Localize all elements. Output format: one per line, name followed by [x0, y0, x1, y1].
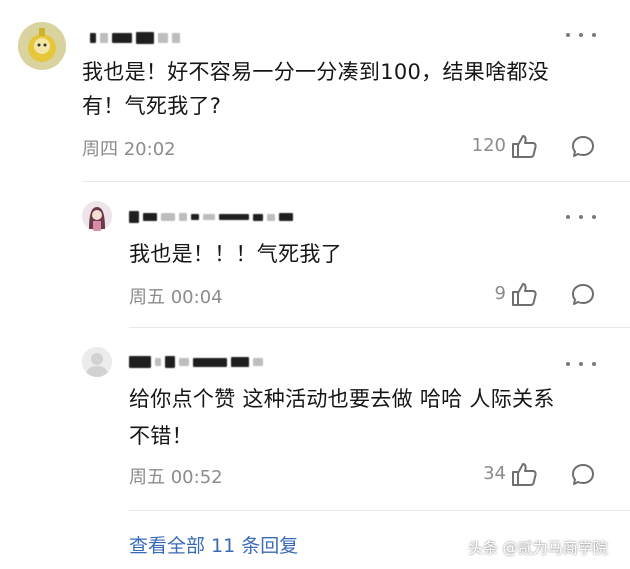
username-blurred[interactable]: [90, 31, 180, 45]
more-options-button[interactable]: [566, 357, 596, 371]
watermark: 头条 @贰为马商学院: [468, 539, 608, 557]
divider: [129, 327, 630, 328]
avatar[interactable]: [18, 22, 66, 70]
reply-timestamp: 周五 00:04: [129, 287, 223, 308]
username-blurred[interactable]: [129, 355, 263, 369]
more-options-button[interactable]: [566, 210, 596, 224]
comment-bubble-icon[interactable]: [570, 282, 596, 308]
like-count: 34: [483, 463, 506, 484]
more-icon: [566, 215, 570, 219]
avatar-image: [82, 201, 112, 231]
comment-text-line-1: 我也是！好不容易一分一分凑到100，结果啥都没: [82, 60, 549, 84]
comment-bubble-icon[interactable]: [570, 134, 596, 160]
reply-timestamp: 周五 00:52: [129, 467, 223, 488]
thumbs-up-icon[interactable]: [510, 133, 538, 159]
thumbs-up-icon[interactable]: [510, 461, 538, 487]
view-all-replies-link[interactable]: 查看全部 11 条回复: [129, 531, 298, 558]
avatar-image: [82, 347, 112, 377]
username-blurred[interactable]: [129, 210, 293, 224]
more-icon: [566, 33, 570, 37]
more-icon: [566, 362, 570, 366]
thumbs-up-icon[interactable]: [510, 281, 538, 307]
reply-text-line-1: 给你点个赞 这种活动也要去做 哈哈 人际关系: [129, 387, 555, 411]
comment-timestamp: 周四 20:02: [82, 139, 176, 160]
divider: [129, 510, 630, 511]
comment-text-line-2: 有！气死我了?: [82, 94, 222, 118]
more-options-button[interactable]: [566, 28, 596, 42]
reply-text-line-2: 不错！: [129, 424, 193, 448]
reply-text: 我也是！！！气死我了: [129, 242, 342, 266]
avatar[interactable]: [82, 347, 112, 377]
comment-bubble-icon[interactable]: [570, 462, 596, 488]
avatar[interactable]: [82, 201, 112, 231]
like-count: 9: [494, 283, 506, 304]
avatar-image: [18, 22, 66, 70]
like-count: 120: [471, 135, 506, 156]
divider: [82, 181, 630, 182]
